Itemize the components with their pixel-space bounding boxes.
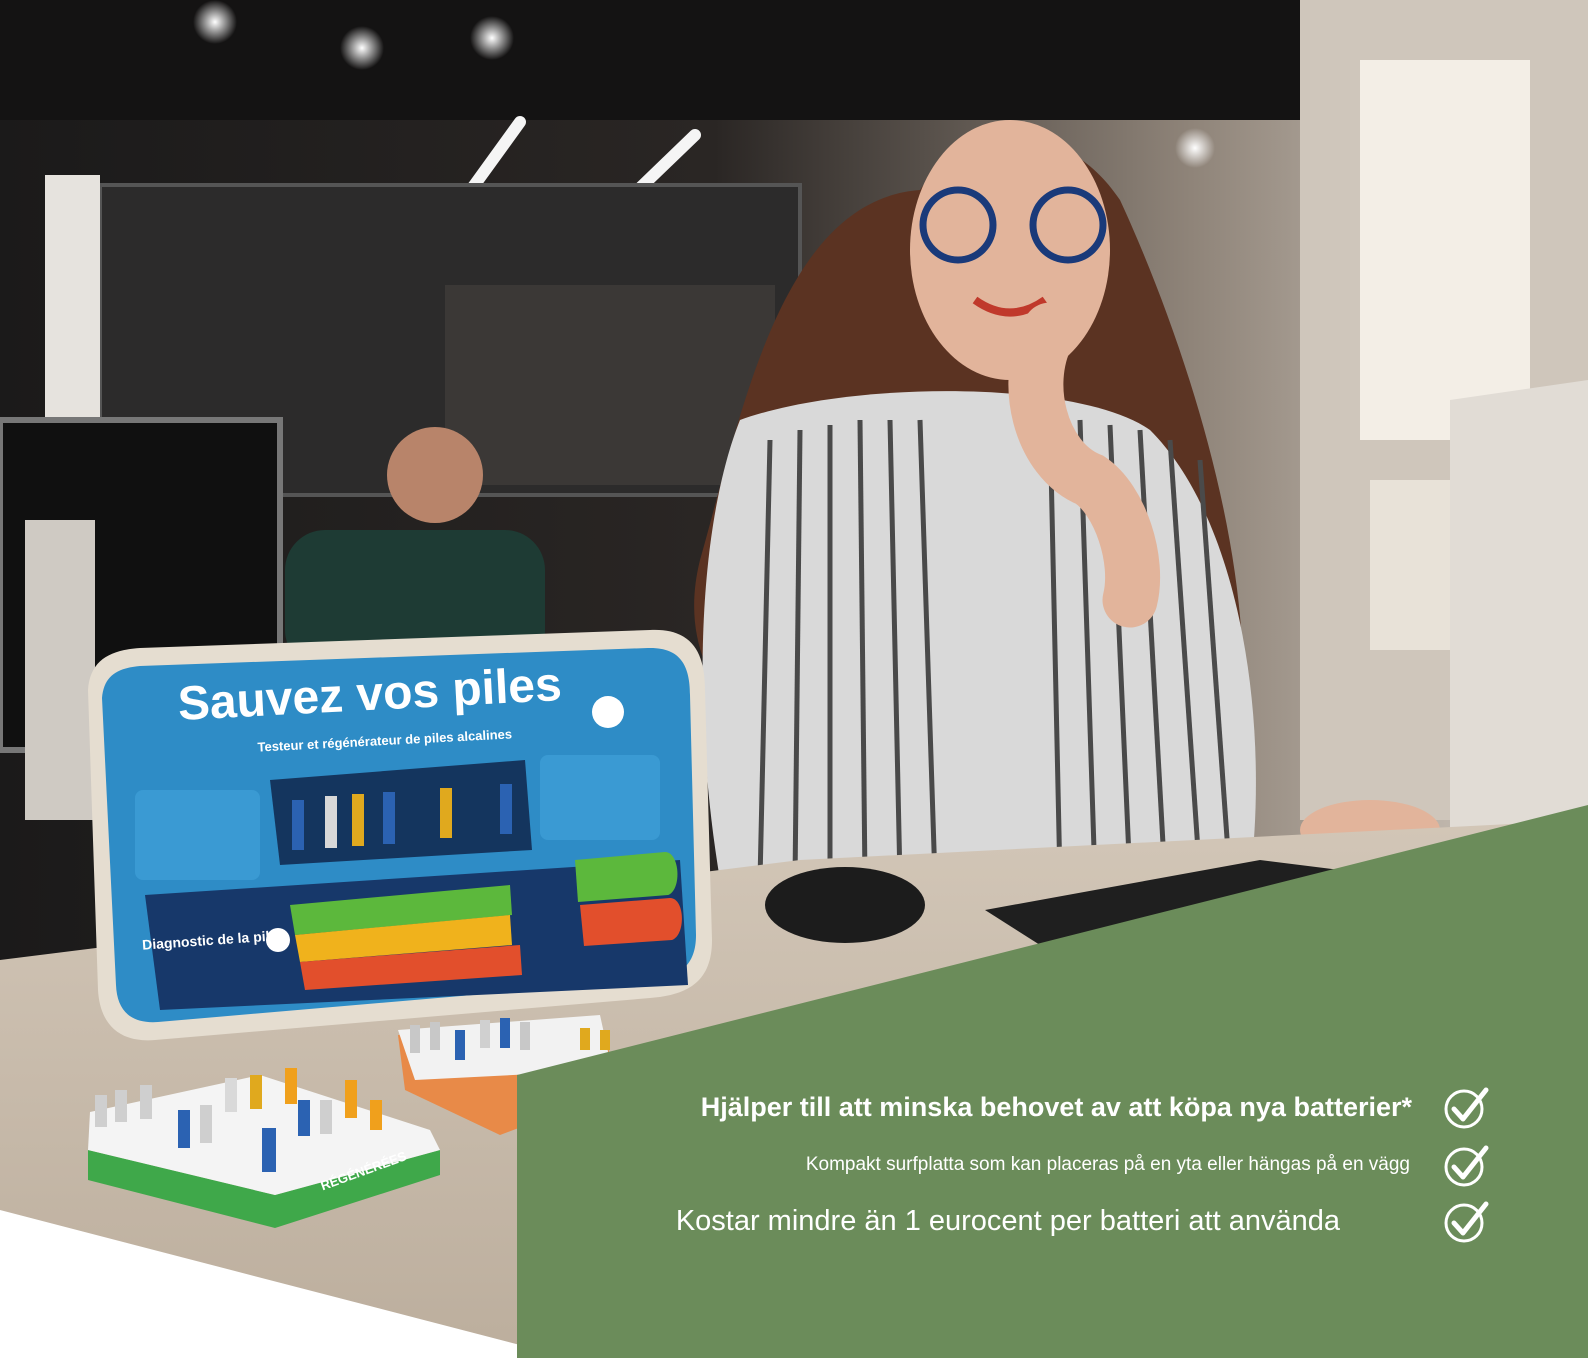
check-icon bbox=[1444, 1087, 1489, 1129]
feature-text: Kostar mindre än 1 eurocent per batteri … bbox=[675, 1204, 1340, 1237]
check-icon bbox=[1444, 1145, 1489, 1187]
check-icon bbox=[1444, 1201, 1489, 1243]
feature-item: Kostar mindre än 1 eurocent per batteri … bbox=[676, 1196, 1588, 1246]
feature-text: Kompakt surfplatta som kan placeras på e… bbox=[805, 1154, 1410, 1175]
feature-item: Hjälper till att minska behovet av att k… bbox=[701, 1082, 1588, 1132]
feature-text: Hjälper till att minska behovet av att k… bbox=[700, 1091, 1412, 1122]
ad-banner: Sauvez vos piles Testeur et régénérateur… bbox=[0, 0, 1588, 1358]
feature-item: Kompakt surfplatta som kan placeras på e… bbox=[806, 1140, 1588, 1190]
